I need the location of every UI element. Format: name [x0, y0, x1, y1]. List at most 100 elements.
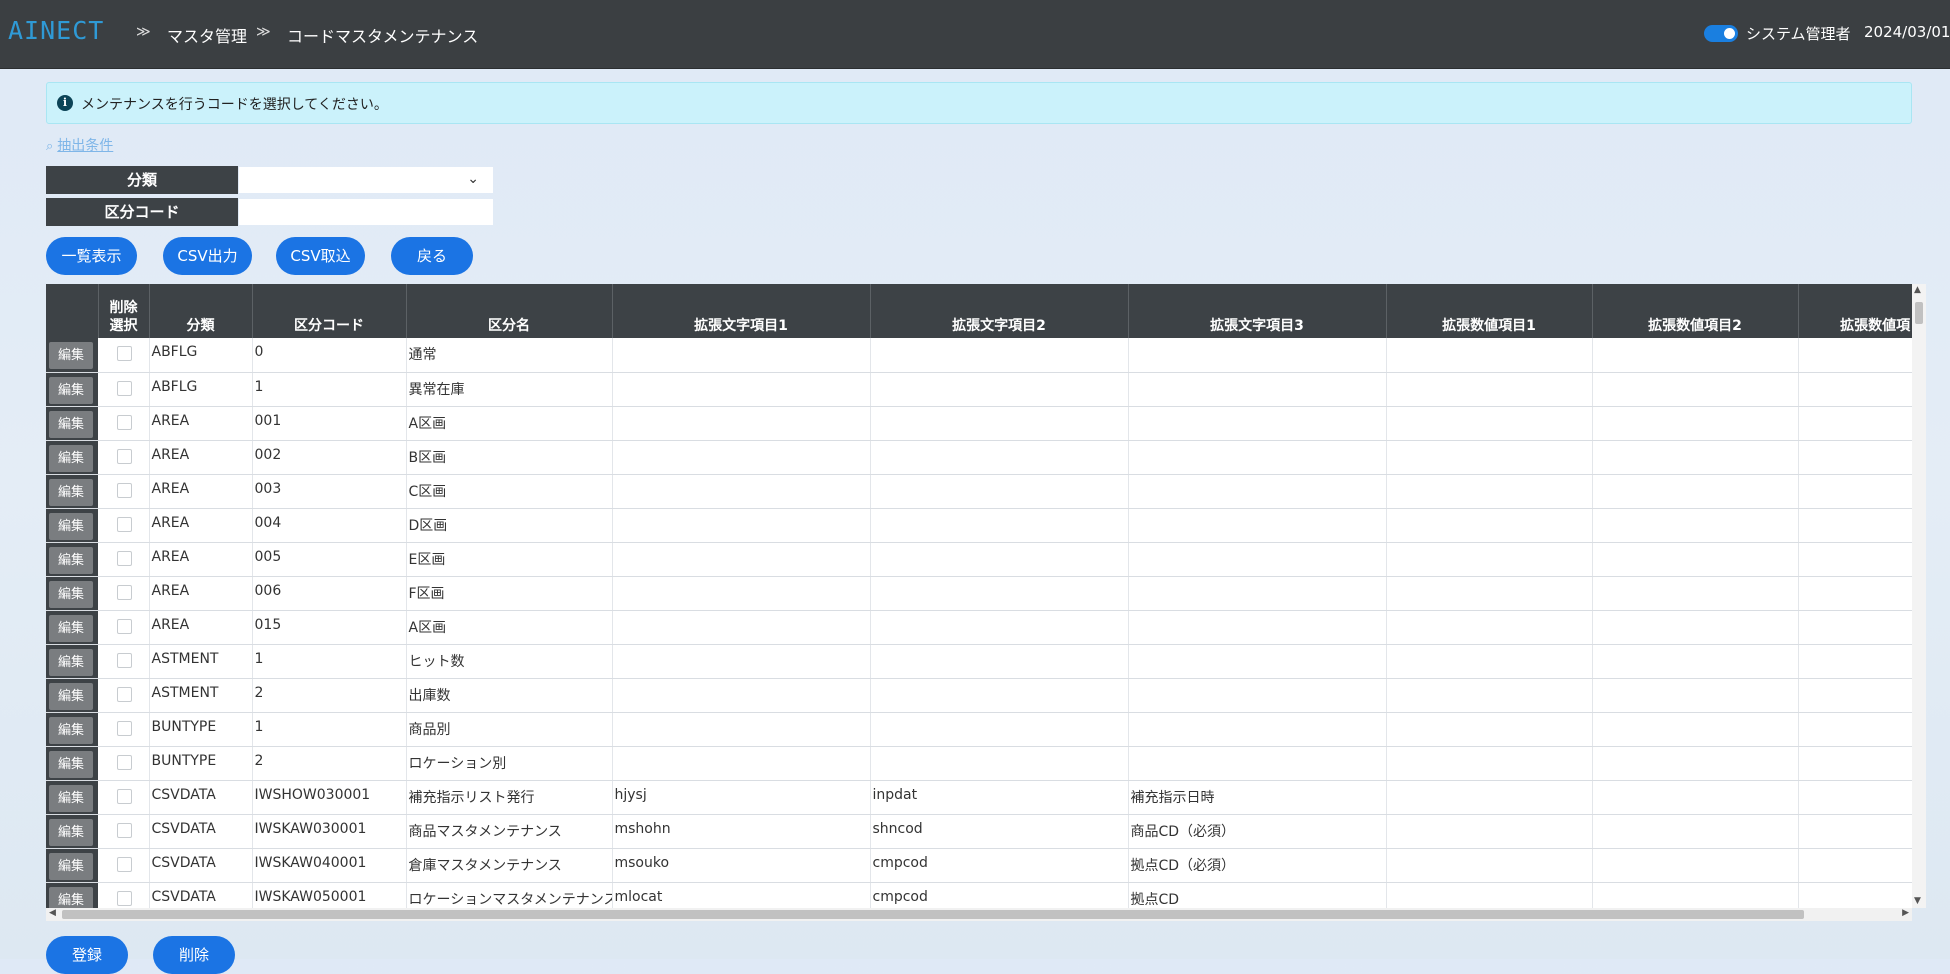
edit-cell: 編集: [46, 814, 98, 849]
list-display-button[interactable]: 一覧表示: [46, 237, 137, 275]
delete-checkbox[interactable]: [116, 822, 132, 838]
edit-button[interactable]: 編集: [49, 886, 93, 908]
delete-checkbox[interactable]: [116, 890, 132, 906]
edit-button[interactable]: 編集: [49, 852, 93, 880]
ext-text1-cell: [612, 542, 871, 577]
edit-button[interactable]: 編集: [49, 682, 93, 710]
edit-button[interactable]: 編集: [49, 716, 93, 744]
edit-button[interactable]: 編集: [49, 614, 93, 642]
ext-text2-cell: [870, 440, 1129, 475]
edit-button[interactable]: 編集: [49, 648, 93, 676]
category-select[interactable]: ⌄: [239, 167, 493, 193]
horizontal-scroll-thumb[interactable]: [62, 910, 1804, 919]
csv-import-button[interactable]: CSV取込: [276, 237, 365, 275]
delete-checkbox[interactable]: [116, 550, 132, 566]
edit-button[interactable]: 編集: [49, 444, 93, 472]
ext-num3-cell: [1798, 610, 1912, 645]
ext-text3-cell: [1128, 610, 1387, 645]
category-cell: AREA: [149, 576, 253, 611]
code-header[interactable]: 区分コード: [252, 284, 407, 338]
edit-button[interactable]: 編集: [49, 342, 93, 369]
code-input[interactable]: [239, 199, 493, 225]
ext-text2-cell: [870, 406, 1129, 441]
edit-button[interactable]: 編集: [49, 546, 93, 574]
delete-checkbox[interactable]: [116, 482, 132, 498]
scroll-down-icon[interactable]: ▼: [1914, 896, 1921, 906]
delete-checkbox[interactable]: [116, 720, 132, 736]
user-name[interactable]: システム管理者: [1746, 23, 1851, 44]
edit-button[interactable]: 編集: [49, 410, 93, 438]
delete-checkbox[interactable]: [116, 516, 132, 532]
ext-text3-cell: [1128, 474, 1387, 509]
delete-checkbox[interactable]: [116, 448, 132, 464]
ext-num1-cell: [1386, 576, 1593, 611]
edit-button[interactable]: 編集: [49, 478, 93, 506]
ext-text2-header[interactable]: 拡張文字項目2: [870, 284, 1129, 338]
category-header[interactable]: 分類: [149, 284, 253, 338]
ext-num1-header[interactable]: 拡張数値項目1: [1386, 284, 1593, 338]
ext-text3-cell: [1128, 542, 1387, 577]
edit-button[interactable]: 編集: [49, 512, 93, 540]
mode-toggle[interactable]: [1704, 25, 1738, 42]
table-row: 編集 CSVDATA IWSKAW050001 ロケーションマスタメンテナンス mloc…: [46, 882, 1912, 908]
name-cell: 通常: [406, 338, 613, 373]
ext-text3-header[interactable]: 拡張文字項目3: [1128, 284, 1387, 338]
ext-text3-cell: [1128, 576, 1387, 611]
ext-num1-cell: [1386, 508, 1593, 543]
edit-button[interactable]: 編集: [49, 750, 93, 778]
vertical-scroll-thumb[interactable]: [1915, 302, 1923, 324]
delete-select-cell: [98, 610, 150, 645]
ext-num1-cell: [1386, 712, 1593, 747]
delete-checkbox[interactable]: [116, 346, 132, 361]
scroll-right-icon[interactable]: ▶: [1902, 908, 1909, 918]
code-cell: 005: [252, 542, 407, 577]
ext-text3-cell: [1128, 406, 1387, 441]
filter-link-label: 抽出条件: [57, 138, 114, 154]
code-cell: 015: [252, 610, 407, 645]
edit-button[interactable]: 編集: [49, 818, 93, 846]
ext-num2-header[interactable]: 拡張数値項目2: [1592, 284, 1799, 338]
delete-button[interactable]: 削除: [153, 936, 235, 974]
back-button[interactable]: 戻る: [391, 237, 473, 275]
ext-text1-header[interactable]: 拡張文字項目1: [612, 284, 871, 338]
table-horizontal-scrollbar[interactable]: ◀ ▶: [46, 908, 1912, 921]
scroll-up-icon[interactable]: ▲: [1914, 285, 1921, 295]
code-table-container[interactable]: 削除 選択 分類 区分コード 区分名 拡張文字項目1 拡張文字項目2 拡張文字項目…: [46, 284, 1912, 908]
edit-cell: 編集: [46, 644, 98, 679]
delete-checkbox[interactable]: [116, 380, 132, 396]
ext-text3-cell: 補充指示日時: [1128, 780, 1387, 815]
delete-checkbox[interactable]: [116, 652, 132, 668]
delete-checkbox[interactable]: [116, 584, 132, 600]
edit-button[interactable]: 編集: [49, 580, 93, 608]
scroll-left-icon[interactable]: ◀: [49, 908, 56, 918]
delete-checkbox[interactable]: [116, 788, 132, 804]
breadcrumb-master[interactable]: マスタ管理: [167, 23, 247, 47]
delete-checkbox[interactable]: [116, 856, 132, 872]
ext-text2-cell: inpdat: [870, 780, 1129, 815]
ext-num2-cell: [1592, 610, 1799, 645]
edit-button[interactable]: 編集: [49, 376, 93, 404]
ext-text3-cell: [1128, 712, 1387, 747]
name-cell: 倉庫マスタメンテナンス: [406, 848, 613, 883]
edit-button[interactable]: 編集: [49, 784, 93, 812]
ext-text3-cell: 拠点CD: [1128, 882, 1387, 908]
csv-export-button[interactable]: CSV出力: [163, 237, 252, 275]
name-header[interactable]: 区分名: [406, 284, 613, 338]
table-row: 編集 ABFLG 1 異常在庫: [46, 372, 1912, 407]
ext-num2-cell: [1592, 746, 1799, 781]
code-cell: 003: [252, 474, 407, 509]
ext-text1-cell: [612, 678, 871, 713]
delete-select-cell: [98, 474, 150, 509]
register-button[interactable]: 登録: [46, 936, 128, 974]
filter-toggle-link[interactable]: ⌕ 抽出条件: [46, 135, 113, 155]
app-logo[interactable]: AINECT: [8, 16, 104, 45]
ext-num1-cell: [1386, 372, 1593, 407]
delete-checkbox[interactable]: [116, 414, 132, 430]
delete-checkbox[interactable]: [116, 754, 132, 770]
category-cell: AREA: [149, 508, 253, 543]
delete-select-cell: [98, 440, 150, 475]
delete-checkbox[interactable]: [116, 618, 132, 634]
delete-checkbox[interactable]: [116, 686, 132, 702]
ext-num3-header[interactable]: 拡張数値項目3: [1798, 284, 1912, 338]
table-vertical-scrollbar[interactable]: ▲ ▼: [1912, 284, 1926, 908]
